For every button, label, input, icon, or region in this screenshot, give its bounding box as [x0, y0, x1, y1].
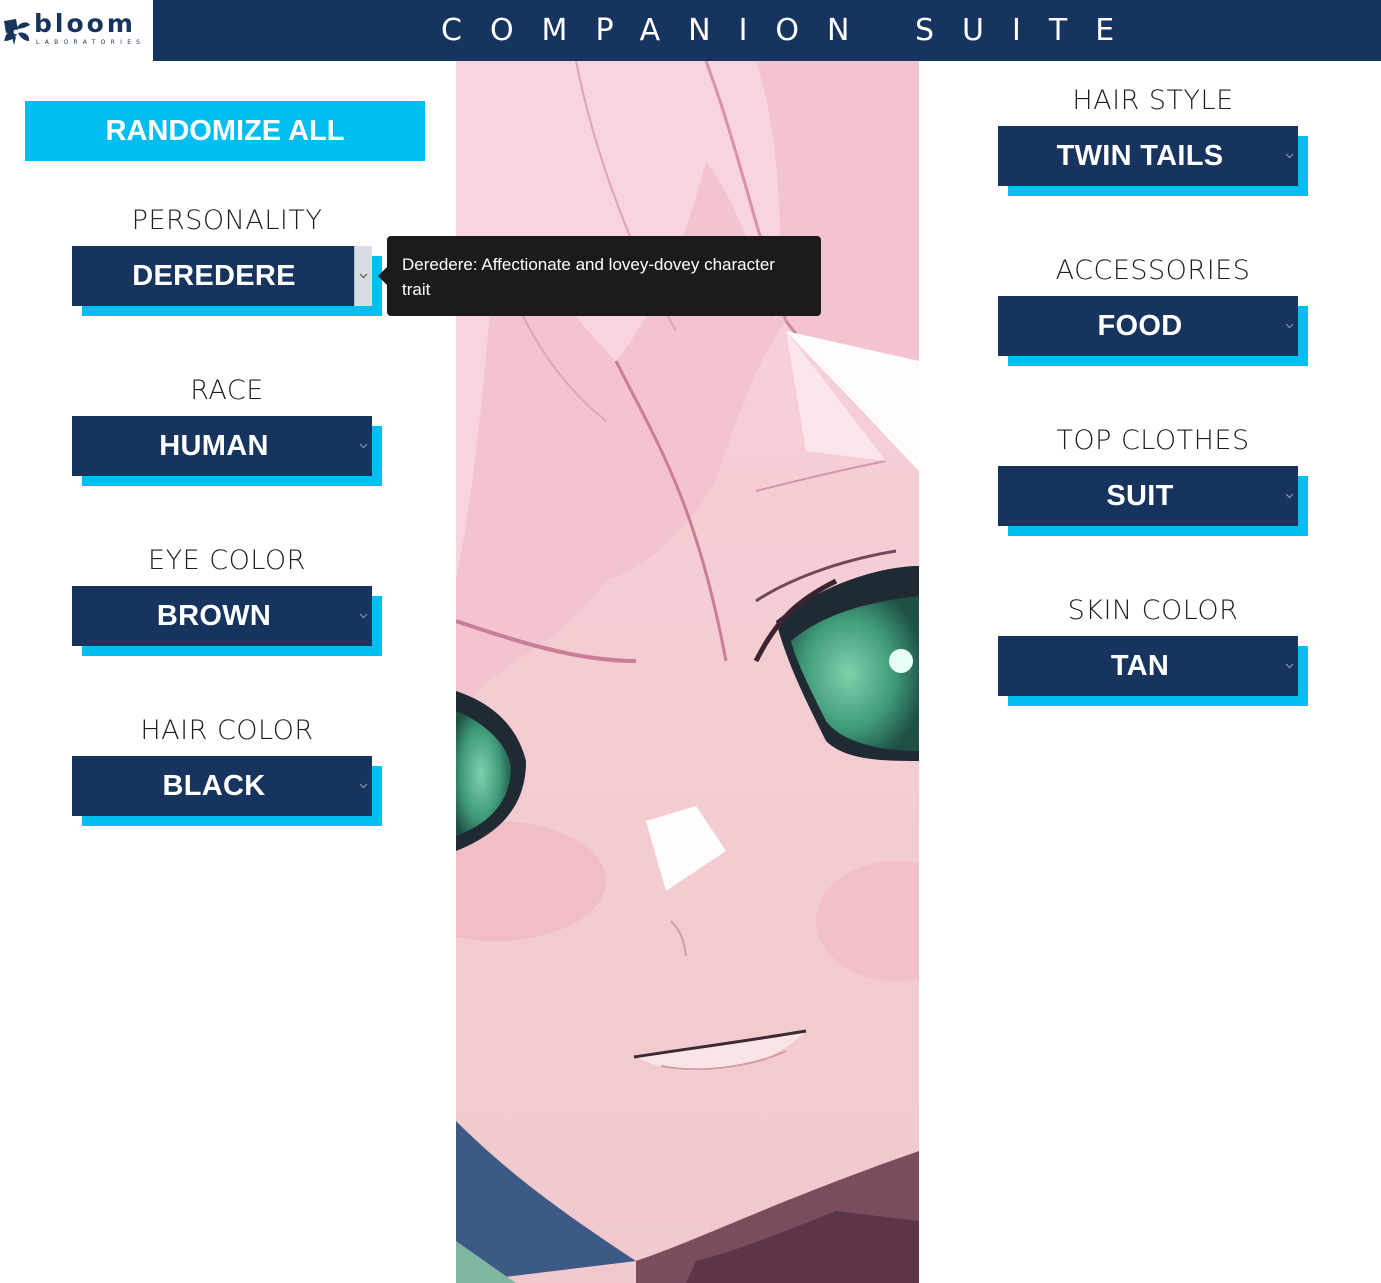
chevron-down-icon[interactable] — [354, 246, 372, 306]
randomize-all-button[interactable]: RANDOMIZE ALL — [25, 101, 425, 161]
accessories-label: ACCESSORIES — [1055, 255, 1251, 286]
eye-color-value: BROWN — [156, 599, 272, 632]
skin-color-select-wrap: TAN — [998, 636, 1308, 706]
personality-field: PERSONALITY DEREDERE — [72, 206, 382, 316]
tooltip-text: Deredere: Affectionate and lovey-dovey c… — [402, 255, 775, 299]
chevron-down-icon[interactable] — [1280, 466, 1298, 526]
hair-color-field: HAIR COLOR BLACK — [72, 716, 382, 826]
bloom-flower-icon — [2, 15, 32, 47]
bloom-logo[interactable]: bloom LABORATORIES — [0, 0, 153, 61]
chevron-down-icon[interactable] — [354, 416, 372, 476]
hair-style-select[interactable]: TWIN TAILS — [998, 126, 1298, 186]
race-select-wrap: HUMAN — [72, 416, 382, 486]
top-clothes-select[interactable]: SUIT — [998, 466, 1298, 526]
personality-select-wrap: DEREDERE — [72, 246, 382, 316]
companion-suite-page: bloom LABORATORIES COMPANION SUITE RANDO… — [0, 0, 1381, 1283]
hair-style-select-wrap: TWIN TAILS — [998, 126, 1308, 196]
brand-subtitle: LABORATORIES — [36, 39, 146, 46]
hair-color-select-wrap: BLACK — [72, 756, 382, 826]
chevron-down-icon[interactable] — [354, 586, 372, 646]
accessories-select-wrap: FOOD — [998, 296, 1308, 366]
race-field: RACE HUMAN — [72, 376, 382, 486]
skin-color-value: TAN — [1110, 649, 1170, 682]
hair-style-field: HAIR STYLE TWIN TAILS — [998, 86, 1308, 196]
skin-color-field: SKIN COLOR TAN — [998, 596, 1308, 706]
top-clothes-field: TOP CLOTHES SUIT — [998, 426, 1308, 536]
eye-color-label: EYE COLOR — [148, 545, 306, 576]
top-clothes-value: SUIT — [1106, 479, 1174, 512]
page-title: COMPANION SUITE — [441, 13, 1143, 48]
skin-color-label: SKIN COLOR — [1067, 595, 1239, 626]
hair-color-value: BLACK — [162, 769, 266, 802]
skin-color-select[interactable]: TAN — [998, 636, 1298, 696]
top-clothes-select-wrap: SUIT — [998, 466, 1308, 536]
accessories-value: FOOD — [1097, 309, 1183, 342]
header-bar: bloom LABORATORIES COMPANION SUITE — [0, 0, 1381, 61]
hair-style-label: HAIR STYLE — [1072, 85, 1234, 116]
personality-label: PERSONALITY — [131, 205, 323, 236]
personality-select[interactable]: DEREDERE — [72, 246, 372, 306]
personality-tooltip: Deredere: Affectionate and lovey-dovey c… — [378, 236, 821, 316]
race-value: HUMAN — [159, 429, 269, 462]
hair-color-label: HAIR COLOR — [140, 715, 314, 746]
chevron-down-icon[interactable] — [1280, 126, 1298, 186]
eye-color-field: EYE COLOR BROWN — [72, 546, 382, 656]
chevron-down-icon[interactable] — [354, 756, 372, 816]
race-label: RACE — [190, 375, 264, 406]
top-clothes-label: TOP CLOTHES — [1056, 425, 1250, 456]
hair-style-value: TWIN TAILS — [1056, 139, 1224, 172]
tooltip-arrow — [378, 266, 388, 286]
hair-color-select[interactable]: BLACK — [72, 756, 372, 816]
race-select[interactable]: HUMAN — [72, 416, 372, 476]
accessories-field: ACCESSORIES FOOD — [998, 256, 1308, 366]
chevron-down-icon[interactable] — [1280, 296, 1298, 356]
chevron-down-icon[interactable] — [1280, 636, 1298, 696]
eye-color-select[interactable]: BROWN — [72, 586, 372, 646]
accessories-select[interactable]: FOOD — [998, 296, 1298, 356]
brand-name: bloom — [34, 9, 136, 38]
eye-color-select-wrap: BROWN — [72, 586, 382, 656]
personality-value: DEREDERE — [132, 259, 296, 292]
